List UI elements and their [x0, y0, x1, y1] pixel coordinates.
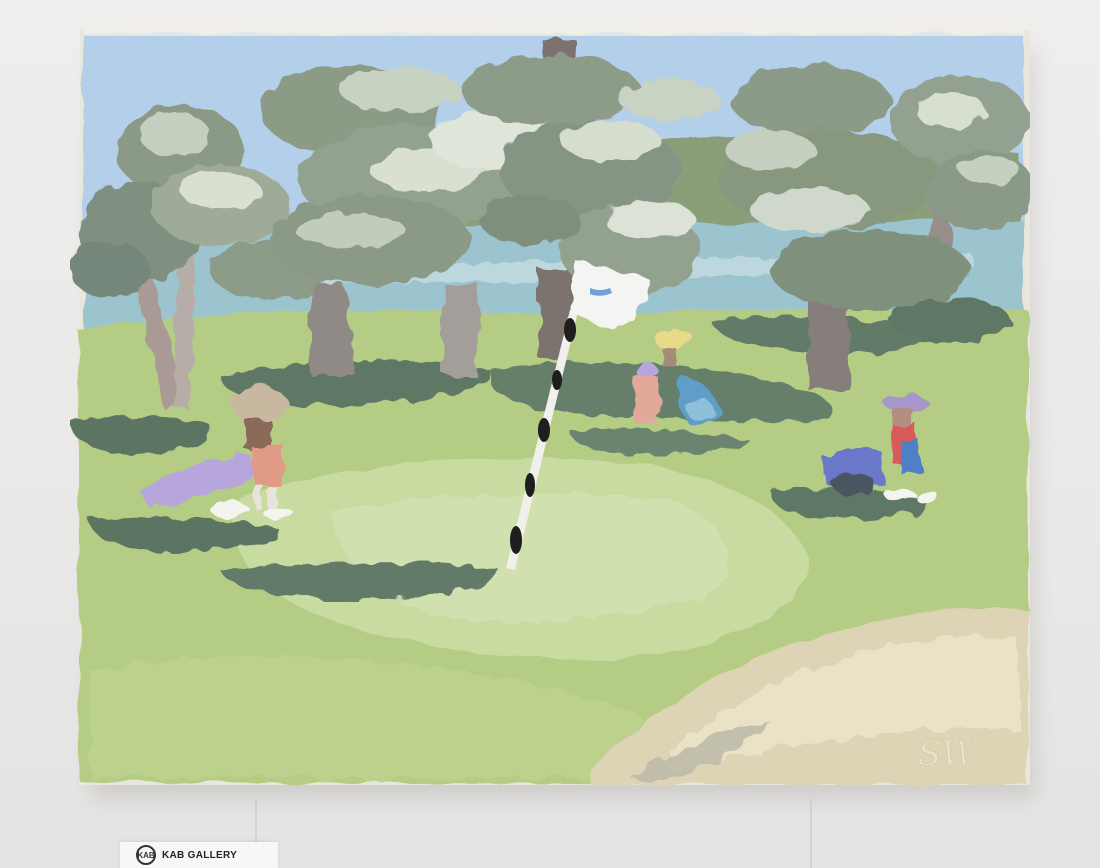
gallery-name: KAB GALLERY	[162, 849, 238, 861]
tree-trunk	[442, 285, 480, 375]
canvas-top-edge	[84, 30, 1024, 36]
hanging-wire	[255, 798, 257, 842]
golf-course-painting: SW	[70, 30, 1030, 790]
gallery-logo-text: KAB	[137, 850, 155, 860]
hanging-wire	[810, 798, 812, 868]
artist-signature: SW	[918, 734, 979, 774]
gallery-logo-icon: KAB	[136, 845, 156, 865]
gallery-label: KAB KAB GALLERY	[120, 842, 278, 868]
